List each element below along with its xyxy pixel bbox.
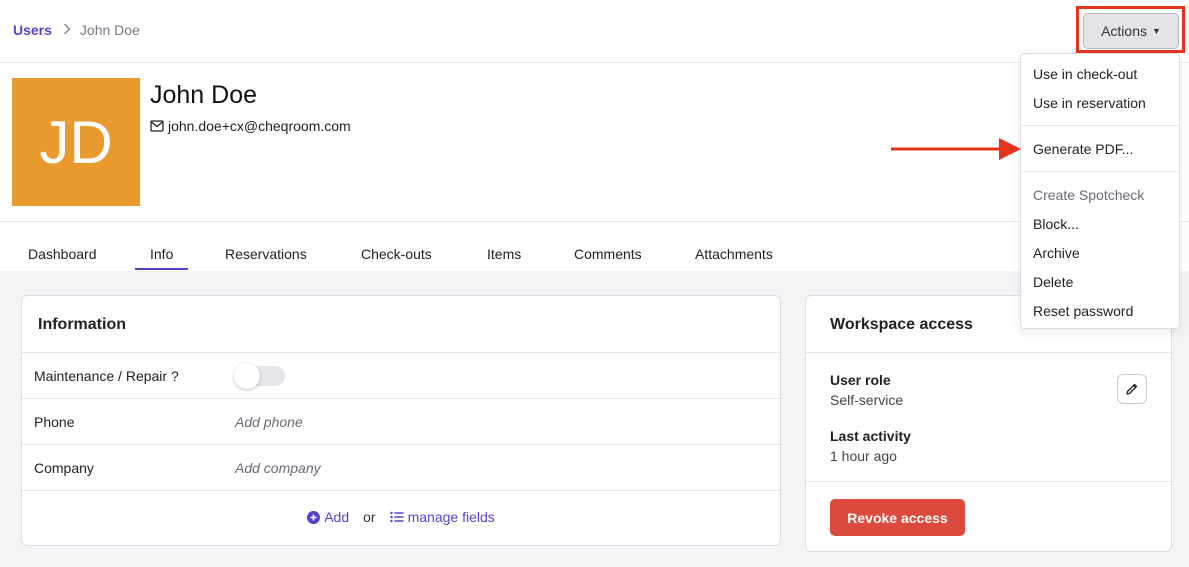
tab-info[interactable]: Info <box>134 246 189 270</box>
actions-button-label: Actions <box>1101 23 1147 39</box>
menu-item-block[interactable]: Block... <box>1033 216 1079 232</box>
menu-divider <box>1021 125 1179 126</box>
company-label: Company <box>34 460 94 476</box>
revoke-access-button[interactable]: Revoke access <box>830 499 965 536</box>
caret-down-icon: ▼ <box>1152 26 1161 36</box>
list-icon <box>389 511 404 523</box>
add-field-label: Add <box>324 509 350 525</box>
menu-item-generate-pdf[interactable]: Generate PDF... <box>1033 141 1133 157</box>
menu-divider <box>1021 171 1179 172</box>
user-role-field: User role Self-service <box>830 372 903 408</box>
or-text: or <box>363 509 376 525</box>
information-header: Information <box>22 296 780 353</box>
information-title: Information <box>38 316 126 333</box>
menu-item-create-spotcheck: Create Spotcheck <box>1033 187 1145 203</box>
main-content: Information Maintenance / Repair ? Phone… <box>0 271 1189 567</box>
tab-attachments[interactable]: Attachments <box>695 246 773 262</box>
user-email: john.doe+cx@cheqroom.com <box>150 118 351 134</box>
breadcrumb-users-link[interactable]: Users <box>13 22 52 38</box>
maintenance-label: Maintenance / Repair ? <box>34 368 179 384</box>
info-row-maintenance: Maintenance / Repair ? <box>22 353 780 399</box>
top-bar: Users John Doe Actions ▼ <box>0 0 1189 63</box>
user-role-label: User role <box>830 372 891 388</box>
menu-item-reset-password[interactable]: Reset password <box>1033 303 1133 319</box>
toggle-knob <box>234 363 260 389</box>
edit-role-button[interactable] <box>1117 374 1147 404</box>
info-row-phone: Phone Add phone <box>22 399 780 445</box>
envelope-icon <box>150 120 164 132</box>
breadcrumb-current: John Doe <box>79 22 140 38</box>
tab-reservations[interactable]: Reservations <box>225 246 307 262</box>
last-activity-value: 1 hour ago <box>830 448 897 464</box>
information-card: Information Maintenance / Repair ? Phone… <box>21 295 781 546</box>
manage-fields-label: manage fields <box>407 509 495 525</box>
menu-item-delete[interactable]: Delete <box>1033 274 1073 290</box>
pencil-icon <box>1126 383 1138 395</box>
actions-dropdown-menu: Use in check-out Use in reservation Gene… <box>1020 53 1180 329</box>
user-name: John Doe <box>150 81 258 109</box>
tab-check-outs[interactable]: Check-outs <box>361 246 432 262</box>
information-footer: Add or manage fields <box>22 509 780 525</box>
tab-items[interactable]: Items <box>487 246 521 262</box>
menu-item-archive[interactable]: Archive <box>1033 245 1080 261</box>
tab-dashboard[interactable]: Dashboard <box>28 246 97 262</box>
tab-comments[interactable]: Comments <box>574 246 642 262</box>
plus-circle-icon <box>307 510 321 524</box>
last-activity-field: Last activity 1 hour ago <box>830 428 911 464</box>
user-role-value: Self-service <box>830 392 904 408</box>
phone-field[interactable]: Add phone <box>235 414 303 430</box>
menu-item-use-in-reservation[interactable]: Use in reservation <box>1033 95 1146 111</box>
actions-button[interactable]: Actions ▼ <box>1083 13 1179 49</box>
annotation-arrow-icon <box>891 138 1021 160</box>
add-field-link[interactable]: Add <box>307 509 349 525</box>
user-email-text[interactable]: john.doe+cx@cheqroom.com <box>168 118 351 134</box>
tab-bar: Dashboard Info Reservations Check-outs I… <box>0 222 1189 271</box>
company-field[interactable]: Add company <box>235 460 321 476</box>
workspace-divider <box>806 481 1171 482</box>
last-activity-label: Last activity <box>830 428 911 444</box>
info-row-company: Company Add company <box>22 445 780 491</box>
chevron-right-icon <box>63 22 71 38</box>
workspace-title: Workspace access <box>830 316 973 333</box>
manage-fields-link[interactable]: manage fields <box>389 509 495 525</box>
breadcrumb: Users John Doe <box>13 22 140 38</box>
workspace-access-card: Workspace access User role Self-service … <box>805 295 1172 552</box>
menu-item-use-in-check-out[interactable]: Use in check-out <box>1033 66 1137 82</box>
phone-label: Phone <box>34 414 75 430</box>
maintenance-toggle[interactable] <box>234 363 285 389</box>
avatar: JD <box>12 78 140 206</box>
